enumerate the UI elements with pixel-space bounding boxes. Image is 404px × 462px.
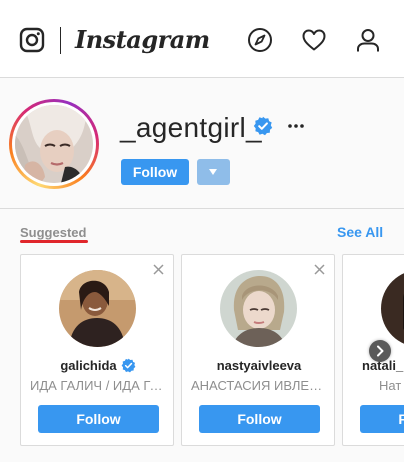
see-all-link[interactable]: See All [337, 224, 383, 240]
follow-button[interactable]: Follow [121, 159, 189, 185]
close-icon[interactable] [314, 264, 325, 275]
suggested-avatar[interactable] [220, 270, 297, 347]
suggested-username: nastyaivleeva [216, 358, 302, 373]
suggested-toggle-dropdown-button[interactable] [197, 159, 230, 185]
profile-person-icon[interactable] [355, 27, 381, 53]
follow-button[interactable]: Follow [38, 405, 159, 433]
instagram-wordmark[interactable]: Instagram [75, 22, 210, 58]
profile-avatar-story-ring[interactable] [9, 99, 99, 189]
close-icon[interactable] [153, 264, 164, 275]
suggested-fullname: Нат [379, 378, 402, 393]
suggested-underline [20, 240, 88, 243]
chevron-right-icon [377, 345, 384, 357]
suggested-avatar[interactable] [381, 270, 404, 347]
suggested-username: galichida [21, 358, 173, 373]
verified-badge-icon [253, 116, 273, 136]
section-divider [0, 208, 404, 209]
suggested-card: galichida ИДА ГАЛИЧ / ИДА ГАЛИЧ Follow [20, 254, 174, 446]
suggested-fullname: АНАСТАСИЯ ИВЛЕЕВА [191, 378, 327, 393]
suggested-title: Suggested [20, 225, 87, 240]
verified-badge-icon [121, 358, 136, 373]
profile-avatar [15, 105, 93, 183]
more-options-icon[interactable] [286, 116, 306, 136]
explore-compass-icon[interactable] [247, 27, 273, 53]
carousel-next-button[interactable] [369, 340, 391, 362]
top-navigation-bar: Instagram [0, 0, 404, 78]
instagram-camera-icon[interactable] [19, 27, 45, 53]
profile-username: _agentgirl_ [120, 112, 262, 143]
suggested-fullname: ИДА ГАЛИЧ / ИДА ГАЛИЧ [30, 378, 166, 393]
logo-divider [60, 27, 61, 54]
profile-header: _agentgirl_ Follow [0, 79, 404, 209]
follow-button[interactable]: Follow [199, 405, 320, 433]
heart-icon[interactable] [301, 27, 327, 53]
suggested-avatar[interactable] [59, 270, 136, 347]
chevron-down-icon [209, 169, 217, 175]
suggested-card: nastyaivleeva АНАСТАСИЯ ИВЛЕЕВА Follow [181, 254, 335, 446]
follow-button[interactable]: Follow [360, 405, 404, 433]
